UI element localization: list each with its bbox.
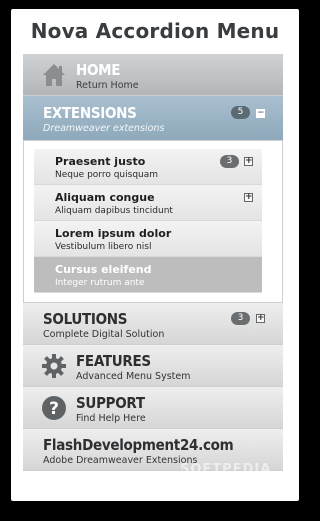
- submenu-item-title: Cursus eleifend: [55, 263, 152, 276]
- submenu-item-aliquam-congue[interactable]: Aliquam congue Aliquam dapibus tincidunt…: [34, 185, 262, 221]
- count-badge: 3: [220, 155, 239, 168]
- svg-text:?: ?: [49, 399, 59, 419]
- menu-item-solutions[interactable]: SOLUTIONS Complete Digital Solution 3 +: [23, 303, 283, 345]
- submenu-item-sub: Aliquam dapibus tincidunt: [55, 206, 173, 216]
- menu-item-support-label: SUPPORT: [76, 394, 145, 412]
- menu-item-flashdevelopment-sub: Adobe Dreamweaver Extensions: [43, 455, 198, 466]
- expand-icon[interactable]: +: [244, 157, 253, 166]
- submenu-item-title: Praesent justo: [55, 155, 146, 168]
- menu-item-support-sub: Find Help Here: [76, 413, 146, 424]
- menu-item-flashdevelopment-label: FlashDevelopment24.com: [43, 436, 234, 454]
- menu-panel: Nova Accordion Menu HOME Return Home EXT…: [11, 9, 299, 501]
- menu-item-extensions-sub: Dreamweaver extensions: [43, 123, 165, 134]
- collapse-icon[interactable]: −: [256, 109, 265, 118]
- menu-item-home-label: HOME: [76, 61, 121, 79]
- question-icon: ?: [41, 395, 67, 421]
- menu-item-home[interactable]: HOME Return Home: [23, 54, 283, 96]
- submenu-item-sub: Neque porro quisquam: [55, 170, 159, 180]
- extensions-submenu: Praesent justo Neque porro quisquam 3 + …: [23, 141, 283, 303]
- accordion-menu: HOME Return Home EXTENSIONS Dreamweaver …: [23, 54, 283, 471]
- menu-item-home-sub: Return Home: [76, 80, 139, 91]
- submenu-item-title: Aliquam congue: [55, 191, 155, 204]
- menu-item-support[interactable]: ? SUPPORT Find Help Here: [23, 387, 283, 429]
- submenu-item-cursus-eleifend[interactable]: Cursus eleifend Integer rutrum ante: [34, 257, 262, 293]
- watermark: SOFTPEDIA: [180, 462, 272, 477]
- submenu-item-lorem-ipsum-dolor[interactable]: Lorem ipsum dolor Vestibulum libero nisl: [34, 221, 262, 257]
- expand-icon[interactable]: +: [244, 193, 253, 202]
- menu-item-features-sub: Advanced Menu System: [76, 371, 191, 382]
- page-title: Nova Accordion Menu: [30, 19, 280, 43]
- submenu-item-sub: Integer rutrum ante: [55, 278, 145, 288]
- menu-item-extensions-label: EXTENSIONS: [43, 104, 137, 122]
- menu-item-extensions[interactable]: EXTENSIONS Dreamweaver extensions 5 −: [23, 96, 283, 141]
- menu-item-solutions-label: SOLUTIONS: [43, 310, 128, 328]
- count-badge: 3: [231, 312, 250, 325]
- menu-item-features-label: FEATURES: [76, 352, 151, 370]
- count-badge: 5: [231, 106, 250, 119]
- submenu-item-sub: Vestibulum libero nisl: [55, 242, 152, 252]
- menu-item-solutions-sub: Complete Digital Solution: [43, 329, 165, 340]
- submenu-item-praesent-justo[interactable]: Praesent justo Neque porro quisquam 3 +: [34, 149, 262, 185]
- expand-icon[interactable]: +: [256, 314, 265, 323]
- gear-icon: [41, 353, 67, 379]
- menu-item-features[interactable]: FEATURES Advanced Menu System: [23, 345, 283, 387]
- submenu-item-title: Lorem ipsum dolor: [55, 227, 172, 240]
- home-icon: [41, 62, 67, 88]
